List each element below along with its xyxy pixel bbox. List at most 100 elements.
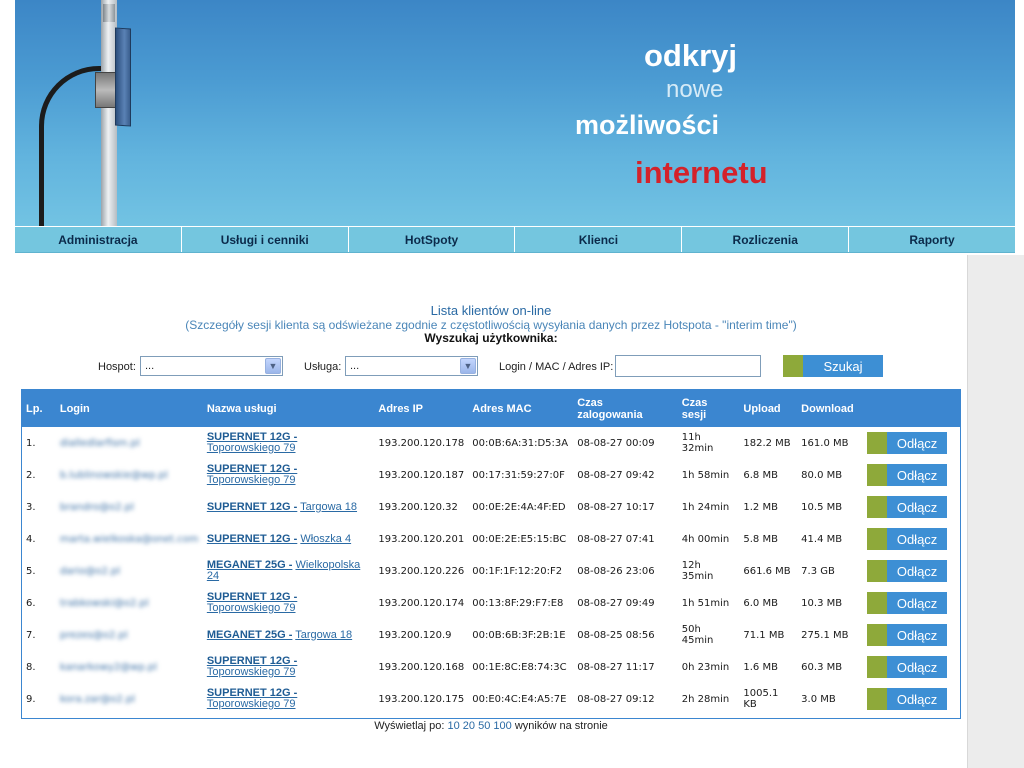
nav-item-raporty[interactable]: Raporty (849, 227, 1015, 252)
row-ip: 193.200.120.175 (378, 693, 465, 705)
page-subtitle: (Szczegóły sesji klienta są odświeżane z… (185, 318, 797, 332)
row-service-link[interactable]: MEGANET 25G - Targowa 18 (207, 629, 352, 641)
row-login-time: 08-08-27 07:41 (577, 533, 655, 545)
row-upload: 661.6 MB (743, 565, 791, 577)
disconnect-button[interactable]: Odłącz (867, 656, 948, 678)
row-login-time: 08-08-27 09:42 (577, 469, 655, 481)
disconnect-button[interactable]: Odłącz (867, 560, 948, 582)
col-header-ip: Adres IP (374, 390, 469, 427)
row-ip: 193.200.120.9 (378, 629, 452, 641)
row-service-address[interactable]: Toporowskiego 79 (207, 698, 296, 710)
row-service-link[interactable]: SUPERNET 12G - Toporowskiego 79 (207, 687, 297, 710)
table-row: 3. brandro@o2.pl SUPERNET 12G - Targowa 18… (22, 491, 960, 523)
row-mac: 00:0E:2E:E5:15:BC (472, 533, 567, 545)
page-size-20[interactable]: 20 (463, 720, 475, 732)
row-ip: 193.200.120.32 (378, 501, 458, 513)
page-size-50[interactable]: 50 (478, 720, 490, 732)
nav-item-uslugi[interactable]: Usługi i cenniki (182, 227, 349, 252)
row-service-address[interactable]: Toporowskiego 79 (207, 602, 296, 614)
disconnect-button[interactable]: Odłącz (867, 688, 948, 710)
row-ip: 193.200.120.178 (378, 437, 465, 449)
pager-prefix: Wyświetlaj po: (374, 720, 445, 732)
page-size-10[interactable]: 10 (447, 720, 459, 732)
row-lp: 2. (26, 469, 36, 481)
row-session-time: 1h 51min (681, 597, 730, 609)
table-row: 7. prezes@o2.pl MEGANET 25G - Targowa 18 19… (22, 619, 960, 651)
row-session-time: 1h 24min (681, 501, 730, 513)
row-session-time: 2h 28min (681, 693, 730, 705)
table-row: 9. kora.zar@o2.pl SUPERNET 12G - Toporowsk… (22, 683, 960, 715)
row-login[interactable]: b.lublinowskie@wp.pl (60, 470, 168, 481)
chevron-down-icon[interactable]: ▼ (265, 358, 281, 374)
right-sidebar-strip (967, 255, 1024, 768)
row-login[interactable]: kora.zar@o2.pl (60, 694, 135, 705)
header-banner: odkryj nowe możliwości internetu (15, 0, 1015, 226)
row-download: 275.1 MB (801, 629, 849, 641)
row-login[interactable]: marta.wielkoska@onet.com (60, 534, 199, 545)
row-service-link[interactable]: SUPERNET 12G - Toporowskiego 79 (207, 655, 297, 678)
row-login[interactable]: dialledlarfism.pl (60, 438, 140, 449)
row-login[interactable]: dario@o2.pl (60, 566, 120, 577)
row-download: 161.0 MB (801, 437, 849, 449)
row-upload: 6.8 MB (743, 469, 778, 481)
col-header-action (863, 390, 960, 427)
row-service-address[interactable]: Toporowskiego 79 (207, 474, 296, 486)
disconnect-button[interactable]: Odłącz (867, 528, 948, 550)
chevron-down-icon[interactable]: ▼ (460, 358, 476, 374)
table-row: 2. b.lublinowskie@wp.pl SUPERNET 12G - Top… (22, 459, 960, 491)
disconnect-button[interactable]: Odłącz (867, 432, 948, 454)
row-login[interactable]: prezes@o2.pl (60, 630, 128, 641)
disconnect-button[interactable]: Odłącz (867, 624, 948, 646)
disconnect-button[interactable]: Odłącz (867, 496, 948, 518)
nav-item-administracja[interactable]: Administracja (15, 227, 182, 252)
nav-item-hotspoty[interactable]: HotSpoty (349, 227, 516, 252)
row-service-link[interactable]: SUPERNET 12G - Toporowskiego 79 (207, 591, 297, 614)
nav-item-klienci[interactable]: Klienci (515, 227, 683, 252)
hotspot-select[interactable]: ... ▼ (140, 356, 283, 376)
row-service-link[interactable]: SUPERNET 12G - Targowa 18 (207, 501, 357, 513)
row-service-name[interactable]: SUPERNET 12G - (207, 533, 297, 545)
col-header-service: Nazwa usługi (202, 390, 375, 427)
row-mac: 00:0E:2E:4A:4F:ED (472, 501, 566, 513)
row-service-address[interactable]: Targowa 18 (300, 501, 357, 513)
row-mac: 00:1F:1F:12:20:F2 (472, 565, 563, 577)
row-upload: 182.2 MB (743, 437, 791, 449)
row-login[interactable]: kanarkowy2@wp.pl (60, 662, 157, 673)
col-header-login-time: Czas zalogowania (573, 390, 678, 427)
nav-item-rozliczenia[interactable]: Rozliczenia (682, 227, 850, 252)
page-size-100[interactable]: 100 (493, 720, 511, 732)
row-service-address[interactable]: Toporowskiego 79 (207, 442, 296, 454)
row-service-name[interactable]: MEGANET 25G - (207, 629, 293, 641)
row-service-link[interactable]: SUPERNET 12G - Toporowskiego 79 (207, 431, 297, 454)
slogan-line-4: internetu (635, 155, 768, 190)
disconnect-button[interactable]: Odłącz (867, 592, 948, 614)
row-service-address[interactable]: Włoszka 4 (300, 533, 351, 545)
slogan-line-1: odkryj (644, 38, 738, 73)
row-login[interactable]: brandro@o2.pl (60, 502, 134, 513)
service-select[interactable]: ... ▼ (345, 356, 478, 376)
row-mac: 00:0B:6A:31:D5:3A (472, 437, 569, 449)
row-download: 10.5 MB (801, 501, 843, 513)
row-upload: 1.2 MB (743, 501, 778, 513)
search-button[interactable]: Szukaj (783, 355, 883, 377)
row-service-address[interactable]: Toporowskiego 79 (207, 666, 296, 678)
disconnect-button[interactable]: Odłącz (867, 464, 948, 486)
row-upload: 1.6 MB (743, 661, 778, 673)
row-login-time: 08-08-27 09:12 (577, 693, 655, 705)
row-service-link[interactable]: SUPERNET 12G - Włoszka 4 (207, 533, 351, 545)
row-service-link[interactable]: SUPERNET 12G - Toporowskiego 79 (207, 463, 297, 486)
row-upload: 5.8 MB (743, 533, 778, 545)
row-service-address[interactable]: Targowa 18 (295, 629, 352, 641)
table-row: 4. marta.wielkoska@onet.com SUPERNET 12G -… (22, 523, 960, 555)
row-lp: 4. (26, 533, 36, 545)
row-service-link[interactable]: MEGANET 25G - Wielkopolska 24 (207, 559, 360, 582)
row-login-time: 08-08-27 10:17 (577, 501, 655, 513)
login-search-input[interactable] (615, 355, 761, 377)
row-session-time: 4h 00min (681, 533, 730, 545)
row-login[interactable]: trabkowski@o2.pl (60, 598, 149, 609)
row-ip: 193.200.120.168 (378, 661, 465, 673)
row-lp: 3. (26, 501, 36, 513)
table-row: 1. dialledlarfism.pl SUPERNET 12G - Toporo… (22, 427, 960, 459)
row-service-name[interactable]: SUPERNET 12G - (207, 501, 297, 513)
row-service-name[interactable]: MEGANET 25G - (207, 559, 293, 571)
